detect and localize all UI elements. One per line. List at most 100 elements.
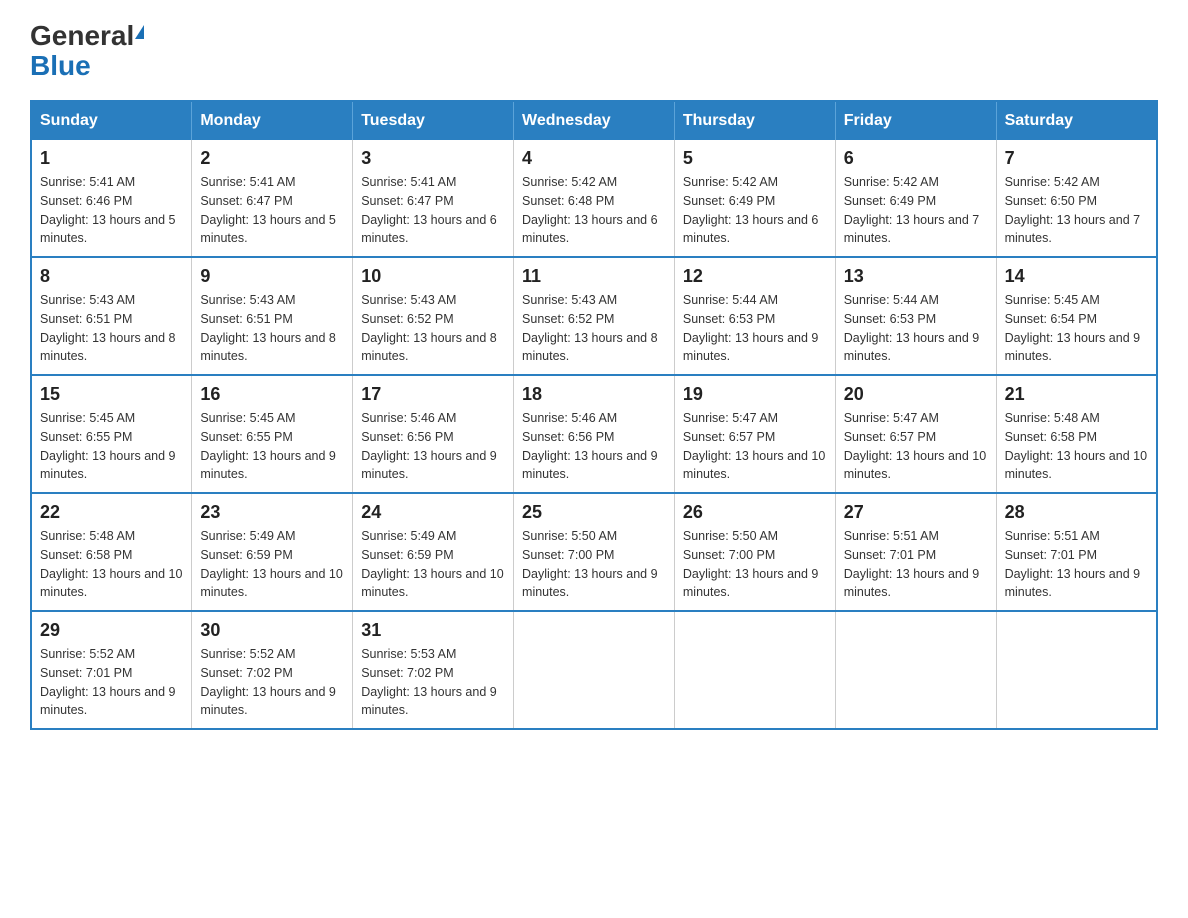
day-number: 19	[683, 384, 827, 405]
day-cell: 31 Sunrise: 5:53 AM Sunset: 7:02 PM Dayl…	[353, 611, 514, 729]
day-number: 14	[1005, 266, 1148, 287]
day-number: 12	[683, 266, 827, 287]
col-header-tuesday: Tuesday	[353, 101, 514, 140]
day-info: Sunrise: 5:49 AM Sunset: 6:59 PM Dayligh…	[361, 527, 505, 602]
day-info: Sunrise: 5:46 AM Sunset: 6:56 PM Dayligh…	[361, 409, 505, 484]
day-cell: 5 Sunrise: 5:42 AM Sunset: 6:49 PM Dayli…	[674, 140, 835, 257]
day-info: Sunrise: 5:45 AM Sunset: 6:55 PM Dayligh…	[40, 409, 183, 484]
day-cell: 24 Sunrise: 5:49 AM Sunset: 6:59 PM Dayl…	[353, 493, 514, 611]
calendar-table: SundayMondayTuesdayWednesdayThursdayFrid…	[30, 100, 1158, 730]
day-cell: 4 Sunrise: 5:42 AM Sunset: 6:48 PM Dayli…	[514, 140, 675, 257]
col-header-friday: Friday	[835, 101, 996, 140]
day-number: 17	[361, 384, 505, 405]
day-info: Sunrise: 5:48 AM Sunset: 6:58 PM Dayligh…	[1005, 409, 1148, 484]
col-header-sunday: Sunday	[31, 101, 192, 140]
week-row-4: 22 Sunrise: 5:48 AM Sunset: 6:58 PM Dayl…	[31, 493, 1157, 611]
day-info: Sunrise: 5:42 AM Sunset: 6:50 PM Dayligh…	[1005, 173, 1148, 248]
day-cell	[674, 611, 835, 729]
day-cell: 25 Sunrise: 5:50 AM Sunset: 7:00 PM Dayl…	[514, 493, 675, 611]
col-header-wednesday: Wednesday	[514, 101, 675, 140]
day-info: Sunrise: 5:49 AM Sunset: 6:59 PM Dayligh…	[200, 527, 344, 602]
day-cell: 26 Sunrise: 5:50 AM Sunset: 7:00 PM Dayl…	[674, 493, 835, 611]
col-header-saturday: Saturday	[996, 101, 1157, 140]
day-number: 26	[683, 502, 827, 523]
day-info: Sunrise: 5:45 AM Sunset: 6:54 PM Dayligh…	[1005, 291, 1148, 366]
day-number: 11	[522, 266, 666, 287]
day-number: 23	[200, 502, 344, 523]
col-header-thursday: Thursday	[674, 101, 835, 140]
day-cell: 18 Sunrise: 5:46 AM Sunset: 6:56 PM Dayl…	[514, 375, 675, 493]
day-info: Sunrise: 5:42 AM Sunset: 6:49 PM Dayligh…	[844, 173, 988, 248]
day-number: 3	[361, 148, 505, 169]
day-number: 2	[200, 148, 344, 169]
day-info: Sunrise: 5:43 AM Sunset: 6:52 PM Dayligh…	[361, 291, 505, 366]
day-cell: 14 Sunrise: 5:45 AM Sunset: 6:54 PM Dayl…	[996, 257, 1157, 375]
day-number: 22	[40, 502, 183, 523]
calendar-header-row: SundayMondayTuesdayWednesdayThursdayFrid…	[31, 101, 1157, 140]
day-number: 9	[200, 266, 344, 287]
day-cell: 10 Sunrise: 5:43 AM Sunset: 6:52 PM Dayl…	[353, 257, 514, 375]
day-cell: 21 Sunrise: 5:48 AM Sunset: 6:58 PM Dayl…	[996, 375, 1157, 493]
day-number: 27	[844, 502, 988, 523]
day-number: 15	[40, 384, 183, 405]
day-info: Sunrise: 5:44 AM Sunset: 6:53 PM Dayligh…	[683, 291, 827, 366]
day-cell: 6 Sunrise: 5:42 AM Sunset: 6:49 PM Dayli…	[835, 140, 996, 257]
logo: General Blue	[30, 20, 144, 80]
day-info: Sunrise: 5:48 AM Sunset: 6:58 PM Dayligh…	[40, 527, 183, 602]
day-number: 1	[40, 148, 183, 169]
day-info: Sunrise: 5:52 AM Sunset: 7:02 PM Dayligh…	[200, 645, 344, 720]
day-cell: 23 Sunrise: 5:49 AM Sunset: 6:59 PM Dayl…	[192, 493, 353, 611]
day-number: 8	[40, 266, 183, 287]
day-info: Sunrise: 5:45 AM Sunset: 6:55 PM Dayligh…	[200, 409, 344, 484]
day-info: Sunrise: 5:41 AM Sunset: 6:47 PM Dayligh…	[200, 173, 344, 248]
day-info: Sunrise: 5:43 AM Sunset: 6:52 PM Dayligh…	[522, 291, 666, 366]
day-cell: 3 Sunrise: 5:41 AM Sunset: 6:47 PM Dayli…	[353, 140, 514, 257]
day-cell: 28 Sunrise: 5:51 AM Sunset: 7:01 PM Dayl…	[996, 493, 1157, 611]
week-row-5: 29 Sunrise: 5:52 AM Sunset: 7:01 PM Dayl…	[31, 611, 1157, 729]
day-number: 31	[361, 620, 505, 641]
day-info: Sunrise: 5:47 AM Sunset: 6:57 PM Dayligh…	[844, 409, 988, 484]
day-info: Sunrise: 5:41 AM Sunset: 6:46 PM Dayligh…	[40, 173, 183, 248]
day-number: 18	[522, 384, 666, 405]
day-number: 4	[522, 148, 666, 169]
day-cell: 22 Sunrise: 5:48 AM Sunset: 6:58 PM Dayl…	[31, 493, 192, 611]
day-info: Sunrise: 5:42 AM Sunset: 6:49 PM Dayligh…	[683, 173, 827, 248]
day-number: 13	[844, 266, 988, 287]
col-header-monday: Monday	[192, 101, 353, 140]
week-row-1: 1 Sunrise: 5:41 AM Sunset: 6:46 PM Dayli…	[31, 140, 1157, 257]
day-info: Sunrise: 5:52 AM Sunset: 7:01 PM Dayligh…	[40, 645, 183, 720]
logo-blue: Blue	[30, 52, 91, 80]
day-cell: 29 Sunrise: 5:52 AM Sunset: 7:01 PM Dayl…	[31, 611, 192, 729]
logo-general: General	[30, 20, 134, 52]
day-info: Sunrise: 5:43 AM Sunset: 6:51 PM Dayligh…	[40, 291, 183, 366]
day-cell: 9 Sunrise: 5:43 AM Sunset: 6:51 PM Dayli…	[192, 257, 353, 375]
day-info: Sunrise: 5:47 AM Sunset: 6:57 PM Dayligh…	[683, 409, 827, 484]
day-cell: 20 Sunrise: 5:47 AM Sunset: 6:57 PM Dayl…	[835, 375, 996, 493]
day-cell: 7 Sunrise: 5:42 AM Sunset: 6:50 PM Dayli…	[996, 140, 1157, 257]
day-cell: 17 Sunrise: 5:46 AM Sunset: 6:56 PM Dayl…	[353, 375, 514, 493]
day-cell: 13 Sunrise: 5:44 AM Sunset: 6:53 PM Dayl…	[835, 257, 996, 375]
day-number: 24	[361, 502, 505, 523]
day-info: Sunrise: 5:50 AM Sunset: 7:00 PM Dayligh…	[683, 527, 827, 602]
page-header: General Blue	[30, 20, 1158, 80]
day-number: 10	[361, 266, 505, 287]
day-info: Sunrise: 5:44 AM Sunset: 6:53 PM Dayligh…	[844, 291, 988, 366]
week-row-3: 15 Sunrise: 5:45 AM Sunset: 6:55 PM Dayl…	[31, 375, 1157, 493]
day-cell: 11 Sunrise: 5:43 AM Sunset: 6:52 PM Dayl…	[514, 257, 675, 375]
day-info: Sunrise: 5:43 AM Sunset: 6:51 PM Dayligh…	[200, 291, 344, 366]
week-row-2: 8 Sunrise: 5:43 AM Sunset: 6:51 PM Dayli…	[31, 257, 1157, 375]
day-number: 25	[522, 502, 666, 523]
day-number: 29	[40, 620, 183, 641]
day-cell: 8 Sunrise: 5:43 AM Sunset: 6:51 PM Dayli…	[31, 257, 192, 375]
day-cell	[514, 611, 675, 729]
day-info: Sunrise: 5:42 AM Sunset: 6:48 PM Dayligh…	[522, 173, 666, 248]
day-number: 28	[1005, 502, 1148, 523]
day-info: Sunrise: 5:51 AM Sunset: 7:01 PM Dayligh…	[1005, 527, 1148, 602]
day-number: 30	[200, 620, 344, 641]
day-cell: 19 Sunrise: 5:47 AM Sunset: 6:57 PM Dayl…	[674, 375, 835, 493]
day-info: Sunrise: 5:41 AM Sunset: 6:47 PM Dayligh…	[361, 173, 505, 248]
day-cell: 30 Sunrise: 5:52 AM Sunset: 7:02 PM Dayl…	[192, 611, 353, 729]
day-number: 21	[1005, 384, 1148, 405]
day-cell: 16 Sunrise: 5:45 AM Sunset: 6:55 PM Dayl…	[192, 375, 353, 493]
day-number: 6	[844, 148, 988, 169]
